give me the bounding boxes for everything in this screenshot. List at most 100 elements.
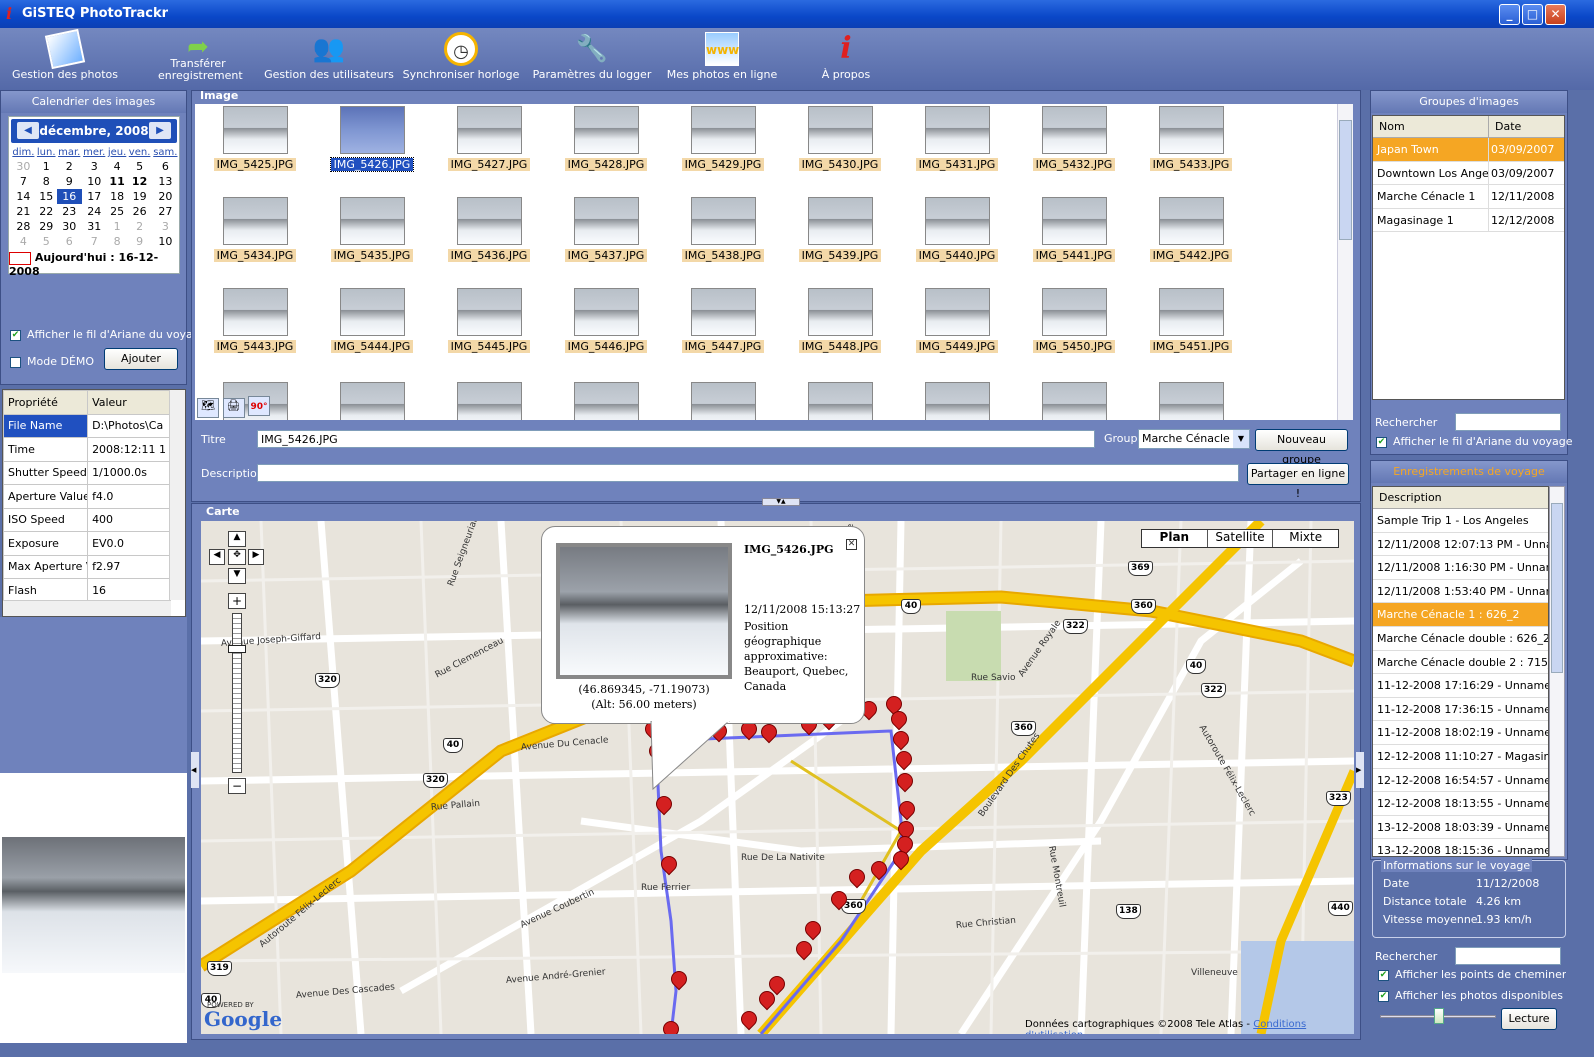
map-type-satellite[interactable]: Satellite xyxy=(1208,530,1274,547)
thumbnail[interactable]: IMG_5427.JPG xyxy=(439,106,539,171)
calendar-day[interactable]: 1 xyxy=(36,159,57,174)
sync-clock-button[interactable]: ◷ Synchroniser horloge xyxy=(396,32,526,81)
thumbnail[interactable]: IMG_5446.JPG xyxy=(556,288,656,353)
thumbnail[interactable]: IMG_5437.JPG xyxy=(556,197,656,262)
thumbnail[interactable]: IMG_5447.JPG xyxy=(673,288,773,353)
property-row[interactable]: File Name D:\Photos\Ca xyxy=(2,413,171,438)
calendar-day[interactable]: 17 xyxy=(82,189,107,204)
left-collapse-icon[interactable]: ◀ xyxy=(191,752,199,788)
calendar-day[interactable]: 5 xyxy=(127,159,151,174)
thumbnail[interactable] xyxy=(1141,382,1241,420)
calendar-day[interactable]: 3 xyxy=(82,159,107,174)
group-row[interactable]: Marche Cénacle 1 12/11/2008 xyxy=(1373,185,1564,209)
calendar-day[interactable]: 8 xyxy=(107,234,128,249)
recording-row[interactable]: 12-12-2008 18:13:55 - Unnamed xyxy=(1373,792,1548,816)
calendar-day[interactable]: 22 xyxy=(36,204,57,219)
today-link[interactable]: Aujourd'hui : 16-12-2008 xyxy=(9,251,158,278)
popup-close-icon[interactable]: ✕ xyxy=(846,539,857,550)
manage-photos-button[interactable]: Gestion des photos xyxy=(0,28,130,81)
recording-row[interactable]: 11-12-2008 18:02:19 - Unnamed xyxy=(1373,721,1548,745)
title-input[interactable] xyxy=(257,430,1095,448)
thumbnail[interactable]: IMG_5432.JPG xyxy=(1024,106,1124,171)
pan-right-icon[interactable]: ▶ xyxy=(248,549,264,565)
calendar-day[interactable]: 14 xyxy=(11,189,36,204)
recording-row[interactable]: 12-12-2008 16:54:57 - Unnamed xyxy=(1373,769,1548,793)
thumbnail[interactable] xyxy=(556,382,656,420)
groups-search-input[interactable] xyxy=(1455,413,1561,431)
thumbnail[interactable]: IMG_5443.JPG xyxy=(205,288,305,353)
property-row[interactable]: Time 2008:12:11 1 xyxy=(2,437,171,462)
group-select[interactable]: Marche Cénacle 1 ▼ xyxy=(1138,429,1250,449)
calendar-day[interactable]: 31 xyxy=(82,219,107,234)
share-online-button[interactable]: Partager en ligne ! xyxy=(1247,463,1349,500)
zoom-handle[interactable] xyxy=(228,645,246,653)
calendar-day[interactable]: 19 xyxy=(127,189,151,204)
thumbnail[interactable]: IMG_5449.JPG xyxy=(907,288,1007,353)
calendar-day[interactable]: 30 xyxy=(57,219,82,234)
property-row[interactable]: Exposure EV0.0 xyxy=(2,531,171,556)
map-photo-icon[interactable]: 🗺 xyxy=(197,398,219,418)
available-photos-option[interactable]: ✔ Afficher les photos disponibles xyxy=(1378,989,1563,1002)
recordings-col[interactable]: Description xyxy=(1373,487,1548,509)
groups-breadcrumb-option[interactable]: ✔ Afficher le fil d'Ariane du voyage xyxy=(1376,435,1573,448)
calendar-day[interactable]: 21 xyxy=(11,204,36,219)
close-button[interactable]: ✕ xyxy=(1545,4,1566,25)
calendar-day[interactable]: 25 xyxy=(107,204,128,219)
thumbnail[interactable]: IMG_5445.JPG xyxy=(439,288,539,353)
map-type-plan[interactable]: Plan xyxy=(1142,530,1208,547)
thumbnail[interactable]: IMG_5426.JPG xyxy=(322,106,422,172)
transfer-button[interactable]: ➦ Transférer enregistrement xyxy=(133,30,263,82)
calendar-day[interactable]: 10 xyxy=(152,234,179,249)
group-date-col[interactable]: Date xyxy=(1489,116,1521,137)
group-row[interactable]: Magasinage 1 12/12/2008 xyxy=(1373,208,1564,233)
recording-row[interactable]: Marche Cénacle double : 626_2 xyxy=(1373,627,1548,651)
property-row[interactable]: Flash 16 xyxy=(2,578,171,603)
calendar-day[interactable]: 7 xyxy=(11,174,36,189)
thumbnail[interactable] xyxy=(790,382,890,420)
online-photos-button[interactable]: www Mes photos en ligne xyxy=(657,32,787,81)
pan-center-icon[interactable]: ✥ xyxy=(228,549,246,565)
calendar-day[interactable]: 2 xyxy=(57,159,82,174)
calendar-day[interactable]: 2 xyxy=(127,219,151,234)
calendar-day[interactable]: 13 xyxy=(152,174,179,189)
recordings-scrollbar[interactable] xyxy=(1549,486,1565,857)
pan-up-icon[interactable]: ▲ xyxy=(228,531,246,547)
property-scrollbar[interactable] xyxy=(169,390,185,600)
calendar-day[interactable]: 26 xyxy=(127,204,151,219)
thumbnail[interactable]: IMG_5441.JPG xyxy=(1024,197,1124,262)
calendar-day[interactable]: 23 xyxy=(57,204,82,219)
calendar-day[interactable]: 27 xyxy=(152,204,179,219)
popup-photo[interactable] xyxy=(556,543,732,679)
calendar-day[interactable]: 16 xyxy=(56,189,82,204)
calendar-day[interactable]: 12 xyxy=(127,174,151,189)
zoom-slider[interactable] xyxy=(232,613,242,773)
recording-row[interactable]: Sample Trip 1 - Los Angeles xyxy=(1373,509,1548,533)
calendar-day[interactable]: 9 xyxy=(127,234,151,249)
demo-mode-option[interactable]: Mode DÉMO xyxy=(10,355,94,368)
thumbnail[interactable] xyxy=(439,382,539,420)
recording-row[interactable]: 12/11/2008 1:16:30 PM - Unnamed xyxy=(1373,556,1548,580)
next-month-button[interactable]: ▶ xyxy=(149,122,171,139)
recording-row[interactable]: 13-12-2008 18:15:36 - Unnamed xyxy=(1373,839,1548,856)
calendar-day[interactable]: 4 xyxy=(11,234,36,249)
thumbnail[interactable]: IMG_5430.JPG xyxy=(790,106,890,171)
thumbnail-scrollbar[interactable] xyxy=(1337,104,1353,420)
pan-left-icon[interactable]: ◀ xyxy=(209,549,225,565)
thumbnail[interactable]: IMG_5448.JPG xyxy=(790,288,890,353)
calendar-day[interactable]: 4 xyxy=(107,159,128,174)
calendar-day[interactable]: 24 xyxy=(82,204,107,219)
map-view[interactable]: Rue Seigneuriale Avenue Joseph-Giffard Rue… xyxy=(201,521,1354,1034)
thumbnail[interactable] xyxy=(1024,382,1124,420)
print-icon[interactable]: 🖨 xyxy=(222,398,245,418)
description-input[interactable] xyxy=(257,464,1239,482)
thumbnail[interactable]: IMG_5451.JPG xyxy=(1141,288,1241,353)
map-type-mixte[interactable]: Mixte xyxy=(1273,530,1338,547)
thumbnail[interactable]: IMG_5425.JPG xyxy=(205,106,305,171)
property-row[interactable]: Aperture Value f4.0 xyxy=(2,484,171,509)
property-row[interactable]: Max Aperture Valuef2.97 xyxy=(2,554,171,579)
calendar-day[interactable]: 30 xyxy=(11,159,36,174)
calendar-day[interactable]: 9 xyxy=(57,174,82,189)
logger-settings-button[interactable]: 🔧 Paramètres du logger xyxy=(527,32,657,81)
zoom-in-icon[interactable]: + xyxy=(228,593,246,609)
pan-down-icon[interactable]: ▼ xyxy=(228,568,246,584)
